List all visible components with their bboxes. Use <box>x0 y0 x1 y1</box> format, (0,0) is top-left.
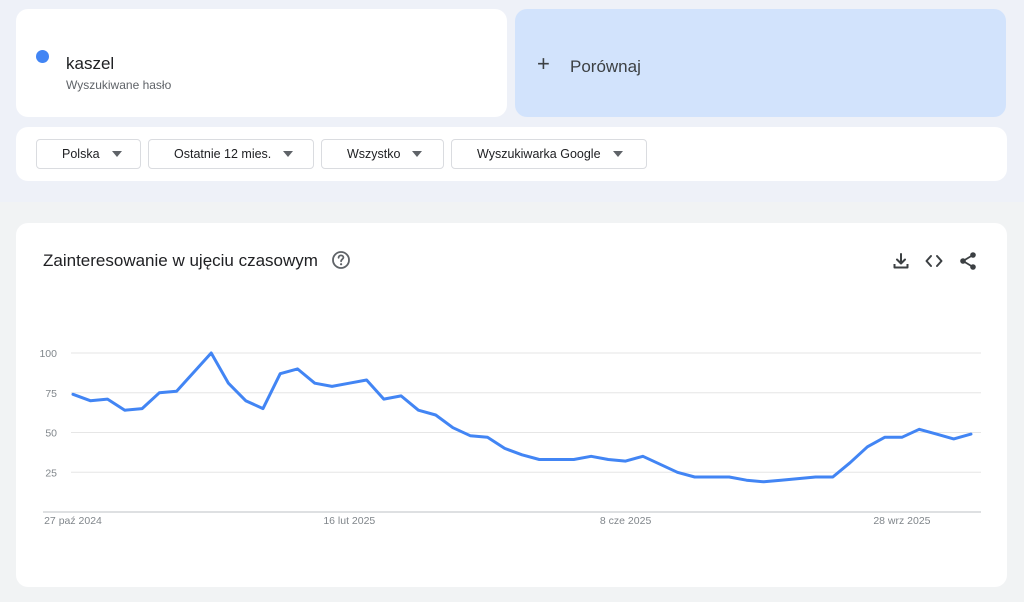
data-point[interactable] <box>813 474 819 480</box>
filters-bar: Polska Ostatnie 12 mies. Wszystko Wyszuk… <box>16 127 1007 181</box>
search-term-subtitle: Wyszukiwane hasło <box>66 78 172 92</box>
data-point[interactable] <box>225 380 231 386</box>
compare-button[interactable]: + Porównaj <box>515 9 1006 117</box>
data-point[interactable] <box>657 461 663 467</box>
data-point[interactable] <box>795 476 801 482</box>
data-point[interactable] <box>554 457 560 463</box>
data-point[interactable] <box>346 380 352 386</box>
search-term-card[interactable]: kaszel Wyszukiwane hasło <box>16 9 507 117</box>
filter-search-type-label: Wyszukiwarka Google <box>477 147 601 161</box>
data-point[interactable] <box>243 398 249 404</box>
data-point[interactable] <box>105 396 111 402</box>
data-point[interactable] <box>87 398 93 404</box>
data-point[interactable] <box>761 479 767 485</box>
filter-search-type-dropdown[interactable]: Wyszukiwarka Google <box>451 139 647 169</box>
data-point[interactable] <box>415 407 421 413</box>
plus-icon: + <box>537 51 550 76</box>
data-point[interactable] <box>191 369 197 375</box>
x-tick-label: 8 cze 2025 <box>600 515 652 527</box>
filter-region-dropdown[interactable]: Polska <box>36 139 141 169</box>
data-point[interactable] <box>744 477 750 483</box>
x-tick-label: 27 paź 2024 <box>44 515 102 527</box>
filter-time-dropdown[interactable]: Ostatnie 12 mies. <box>148 139 314 169</box>
search-term-name[interactable]: kaszel <box>66 54 114 74</box>
y-tick-label: 25 <box>45 467 57 479</box>
caret-down-icon <box>111 151 122 157</box>
data-point[interactable] <box>312 380 318 386</box>
x-tick-label: 16 lut 2025 <box>323 515 375 527</box>
y-tick-label: 50 <box>45 428 57 440</box>
data-point[interactable] <box>674 469 680 475</box>
data-point[interactable] <box>519 452 525 458</box>
data-point[interactable] <box>122 407 128 413</box>
data-point[interactable] <box>864 444 870 450</box>
data-point[interactable] <box>381 396 387 402</box>
y-tick-label: 100 <box>39 348 57 360</box>
data-point[interactable] <box>502 445 508 451</box>
caret-down-icon <box>612 151 623 157</box>
filter-category-dropdown[interactable]: Wszystko <box>321 139 444 169</box>
filter-category-label: Wszystko <box>347 147 401 161</box>
data-point[interactable] <box>208 350 214 356</box>
caret-down-icon <box>412 151 423 157</box>
data-point[interactable] <box>329 383 335 389</box>
interest-line-chart: 25 50 75 100 27 paź 2024 16 lut 2025 8 cze 202… <box>39 348 981 527</box>
series-line-0[interactable] <box>71 351 973 484</box>
data-point[interactable] <box>295 366 301 372</box>
data-point[interactable] <box>899 434 905 440</box>
data-point[interactable] <box>605 457 611 463</box>
data-point[interactable] <box>882 434 888 440</box>
data-point[interactable] <box>156 390 162 396</box>
compare-label: Porównaj <box>570 57 641 76</box>
data-point[interactable] <box>951 436 957 442</box>
data-point[interactable] <box>778 477 784 483</box>
data-point[interactable] <box>692 474 698 480</box>
data-point[interactable] <box>467 433 473 439</box>
filter-time-label: Ostatnie 12 mies. <box>174 147 272 161</box>
data-point[interactable] <box>536 457 542 463</box>
data-point[interactable] <box>916 426 922 432</box>
data-point[interactable] <box>623 458 629 464</box>
data-point[interactable] <box>830 474 836 480</box>
data-point[interactable] <box>933 431 939 437</box>
data-point[interactable] <box>847 460 853 466</box>
data-point[interactable] <box>571 457 577 463</box>
series-color-dot <box>36 50 49 63</box>
data-point[interactable] <box>433 412 439 418</box>
data-point[interactable] <box>709 474 715 480</box>
data-point[interactable] <box>174 388 180 394</box>
data-point[interactable] <box>484 434 490 440</box>
data-point[interactable] <box>364 377 370 383</box>
caret-down-icon <box>283 151 294 157</box>
interest-over-time-card: Zainteresowanie w ujęciu czasowym 25 50 75… <box>16 223 1007 587</box>
data-point[interactable] <box>260 406 266 412</box>
data-point[interactable] <box>450 425 456 431</box>
data-point[interactable] <box>398 393 404 399</box>
data-point[interactable] <box>968 431 974 437</box>
data-point[interactable] <box>640 453 646 459</box>
data-point[interactable] <box>588 453 594 459</box>
data-point[interactable] <box>139 406 145 412</box>
x-tick-label: 28 wrz 2025 <box>873 515 930 527</box>
data-point[interactable] <box>70 391 76 397</box>
y-tick-label: 75 <box>45 388 57 400</box>
data-point[interactable] <box>277 371 283 377</box>
data-point[interactable] <box>726 474 732 480</box>
filter-region-label: Polska <box>62 147 100 161</box>
